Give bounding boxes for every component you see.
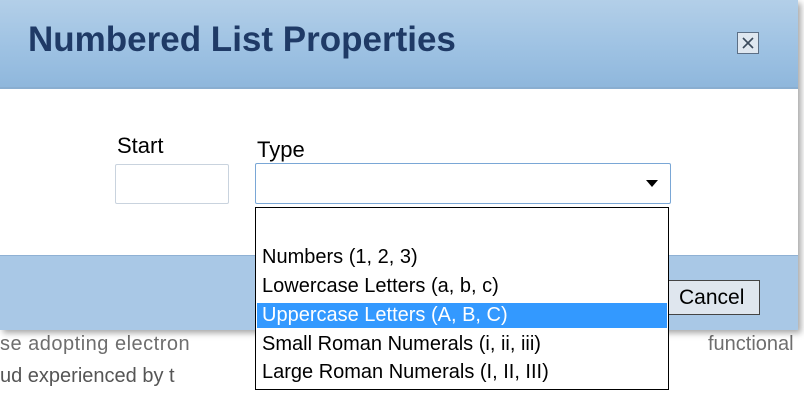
option-large-roman-numerals[interactable]: Large Roman Numerals (I, II, III) [257, 360, 667, 385]
option-lowercase-letters[interactable]: Lowercase Letters (a, b, c) [257, 274, 667, 299]
option-small-roman-numerals[interactable]: Small Roman Numerals (i, ii, iii) [257, 332, 667, 357]
background-text-line1-left: se adopting electron [0, 333, 191, 355]
type-label: Type [257, 137, 305, 162]
dropdown-arrow-icon [646, 180, 658, 187]
close-button[interactable] [737, 32, 759, 54]
type-dropdown-list: Numbers (1, 2, 3) Lowercase Letters (a, … [255, 207, 669, 390]
dialog-title: Numbered List Properties [28, 20, 456, 59]
background-text-line2: ud experienced by t [0, 365, 175, 387]
type-select[interactable] [255, 163, 671, 204]
option-uppercase-letters[interactable]: Uppercase Letters (A, B, C) [257, 303, 667, 328]
option-numbers[interactable]: Numbers (1, 2, 3) [257, 245, 667, 270]
option-blank[interactable] [257, 211, 667, 236]
dialog-titlebar: Numbered List Properties [0, 0, 798, 89]
close-icon [742, 37, 754, 49]
cancel-button[interactable]: Cancel [668, 280, 760, 315]
background-text-line1-right: functional [708, 333, 794, 355]
start-input[interactable] [115, 164, 229, 204]
start-label: Start [117, 133, 164, 158]
